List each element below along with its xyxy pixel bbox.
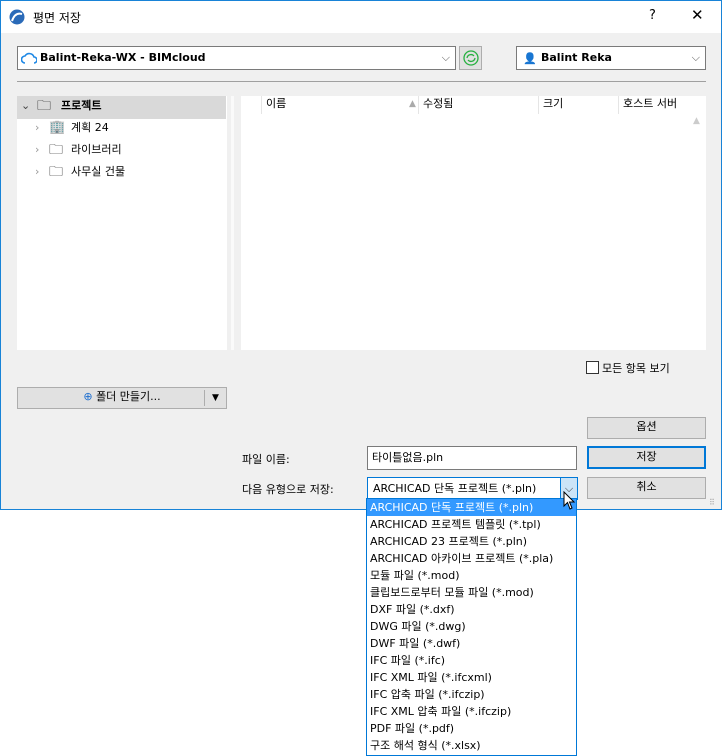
save-button[interactable]: 저장 (587, 446, 706, 469)
close-button[interactable]: ✕ (691, 6, 704, 24)
tree-item-label: 계획 24 (71, 121, 109, 134)
filetype-option[interactable]: IFC 압축 파일 (*.ifczip) (367, 686, 576, 703)
filetype-dropdown-list[interactable]: ARCHICAD 단독 프로젝트 (*.pln) ARCHICAD 프로젝트 템플… (366, 498, 577, 756)
filetype-value: ARCHICAD 단독 프로젝트 (*.pln) (373, 482, 537, 495)
chevron-down-icon: ⌵ (691, 51, 700, 64)
column-name[interactable]: 이름 (261, 96, 419, 114)
filetype-option[interactable]: ARCHICAD 프로젝트 템플릿 (*.tpl) (367, 516, 576, 533)
chevron-right-icon: › (35, 121, 40, 134)
show-all-checkbox[interactable] (586, 361, 599, 374)
filetype-option[interactable]: IFC XML 압축 파일 (*.ifczip) (367, 703, 576, 720)
help-button[interactable]: ? (649, 8, 656, 23)
filetype-option[interactable]: DWF 파일 (*.dwf) (367, 635, 576, 652)
separator (17, 81, 706, 82)
refresh-button[interactable] (459, 46, 482, 70)
new-folder-button[interactable]: ⊕ 폴더 만들기... ▼ (17, 387, 227, 409)
tree-item-label: 사무실 건물 (71, 165, 126, 178)
chevron-right-icon: › (35, 165, 40, 178)
mouse-cursor-icon (563, 491, 576, 510)
user-icon: 👤 (523, 52, 537, 65)
folder-icon: 🗀 (37, 98, 51, 114)
chevron-down-icon: ⌄ (21, 99, 31, 112)
building-icon: 🏢 (49, 120, 66, 135)
filetype-option[interactable]: 클립보드로부터 모듈 파일 (*.mod) (367, 584, 576, 601)
filetype-option[interactable]: IFC XML 파일 (*.ifcxml) (367, 669, 576, 686)
column-modified[interactable]: 수정됨 (418, 96, 538, 114)
scrollbar[interactable]: ▲ (689, 96, 706, 350)
cancel-button[interactable]: 취소 (587, 477, 706, 499)
scroll-up-icon[interactable]: ▲ (693, 116, 700, 126)
filetype-option[interactable]: IFC 파일 (*.ifc) (367, 652, 576, 669)
save-plan-dialog: 평면 저장 ? ✕ Balint-Reka-WX - BIMcloud ⌵ 👤 … (0, 0, 722, 510)
chevron-down-icon: ⌵ (441, 51, 450, 64)
title-bar: 평면 저장 ? ✕ (1, 1, 721, 33)
library-folder-icon: 🗀 (49, 142, 63, 158)
filetype-option[interactable]: PDF 파일 (*.pdf) (367, 720, 576, 737)
filetype-option[interactable]: ARCHICAD 아카이브 프로젝트 (*.pla) (367, 550, 576, 567)
filename-input[interactable]: 타이틀없음.pln (367, 446, 577, 470)
chevron-right-icon: › (35, 143, 40, 156)
user-value: Balint Reka (541, 51, 612, 64)
server-combobox[interactable]: Balint-Reka-WX - BIMcloud ⌵ (17, 46, 456, 70)
tree-item-projects[interactable]: ⌄ 🗀 프로젝트 (17, 96, 226, 119)
tree-item-library[interactable]: › 🗀 라이브러리 (17, 140, 226, 163)
user-combobox[interactable]: 👤 Balint Reka ⌵ (516, 46, 706, 70)
filetype-option[interactable]: 구조 해석 형식 (*.xlsx) (367, 737, 576, 754)
show-all-label: 모든 항목 보기 (602, 362, 670, 375)
new-folder-label: 폴더 만들기... (96, 390, 161, 403)
column-host-server[interactable]: 호스트 서버 (618, 96, 689, 114)
column-size[interactable]: 크기 (538, 96, 618, 114)
tree-item-label: 라이브러리 (71, 143, 122, 156)
list-header: 이름 ▲ 수정됨 크기 호스트 서버 (241, 96, 689, 114)
archicad-logo-icon (9, 9, 25, 25)
splitter[interactable] (231, 96, 234, 350)
project-tree[interactable]: ⌄ 🗀 프로젝트 › 🏢 계획 24 › 🗀 라이브러리 › 🗀 사무실 건물 (17, 96, 227, 350)
filetype-option[interactable]: ARCHICAD 단독 프로젝트 (*.pln) (367, 499, 576, 516)
options-button[interactable]: 옵션 (587, 417, 706, 439)
sort-ascending-icon: ▲ (409, 99, 416, 109)
filetype-label: 다음 유형으로 저장: (242, 483, 334, 496)
file-list[interactable]: 이름 ▲ 수정됨 크기 호스트 서버 ▲ (241, 96, 706, 350)
tree-item-label: 프로젝트 (61, 99, 102, 112)
filetype-option[interactable]: DXF 파일 (*.dxf) (367, 601, 576, 618)
tree-item-plan24[interactable]: › 🏢 계획 24 (17, 118, 226, 141)
cloud-icon (21, 52, 37, 64)
window-title: 평면 저장 (33, 11, 81, 25)
filetype-option[interactable]: 모듈 파일 (*.mod) (367, 567, 576, 584)
folder-icon: 🗀 (49, 164, 63, 180)
refresh-icon (462, 50, 479, 66)
new-folder-icon: ⊕ (83, 390, 93, 403)
filetype-option[interactable]: DWG 파일 (*.dwg) (367, 618, 576, 635)
server-value: Balint-Reka-WX - BIMcloud (40, 51, 206, 64)
resize-grip-icon[interactable]: ⠿ (709, 498, 715, 507)
filetype-option[interactable]: ARCHICAD 23 프로젝트 (*.pln) (367, 533, 576, 550)
dropdown-arrow-icon[interactable]: ▼ (204, 390, 226, 406)
filetype-select[interactable]: ARCHICAD 단독 프로젝트 (*.pln) ⌵ (367, 477, 578, 500)
tree-item-office[interactable]: › 🗀 사무실 건물 (17, 162, 226, 185)
filename-label: 파일 이름: (242, 453, 290, 466)
